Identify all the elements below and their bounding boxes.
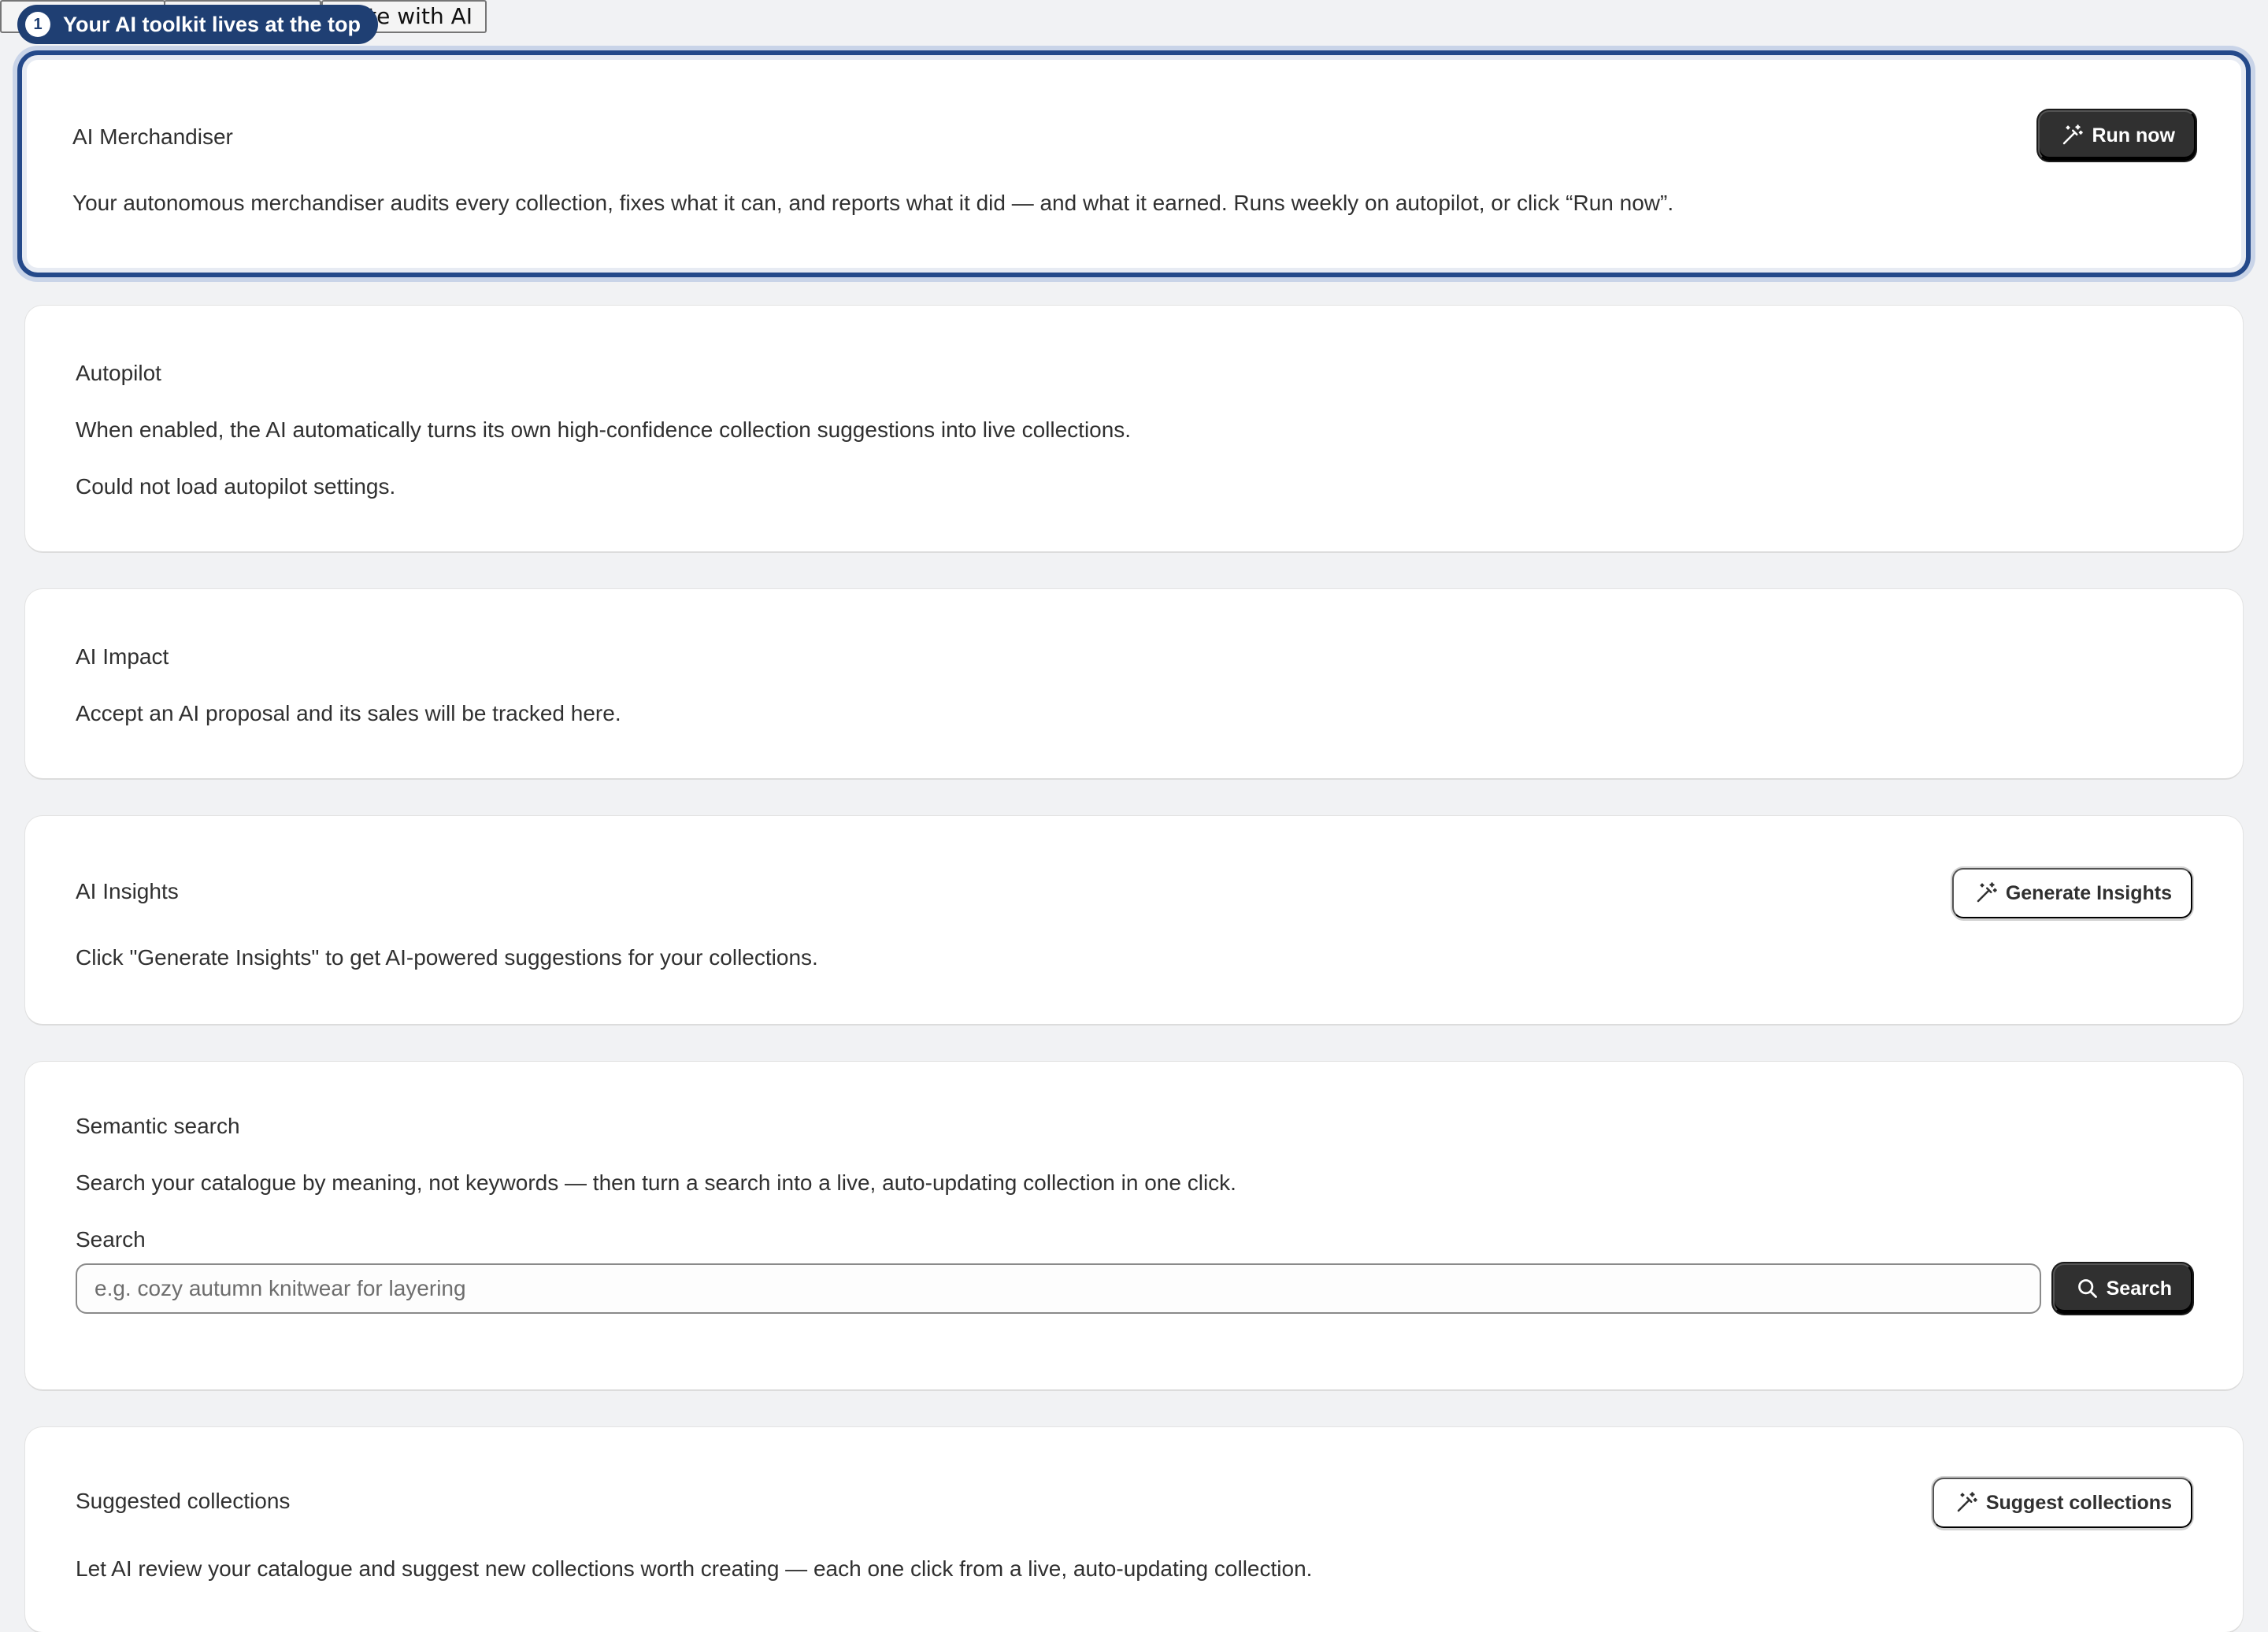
search-button-label: Search bbox=[2106, 1277, 2172, 1300]
search-input[interactable] bbox=[76, 1263, 2041, 1314]
generate-insights-label: Generate Insights bbox=[2005, 881, 2172, 904]
tour-step-badge: 1 bbox=[25, 12, 50, 37]
card-title: AI Insights bbox=[76, 879, 179, 903]
suggested-collections-card: Suggested collections Let AI review your… bbox=[25, 1427, 2243, 1632]
autopilot-card: Autopilot When enabled, the AI automatic… bbox=[25, 306, 2243, 551]
magic-wand-icon bbox=[2063, 124, 2084, 145]
magic-wand-icon bbox=[1977, 882, 1997, 903]
card-description: Your autonomous merchandiser audits ever… bbox=[72, 191, 1674, 215]
card-title: AI Merchandiser bbox=[72, 124, 233, 149]
tour-tooltip-text: Your AI toolkit lives at the top bbox=[63, 12, 361, 36]
ai-insights-card: AI Insights Click "Generate Insights" to… bbox=[25, 816, 2243, 1024]
search-button[interactable]: Search bbox=[2052, 1263, 2192, 1314]
card-title: Suggested collections bbox=[76, 1489, 291, 1513]
ai-merchandiser-card: AI Merchandiser Your autonomous merchand… bbox=[17, 50, 2251, 277]
generate-insights-button[interactable]: Generate Insights bbox=[1951, 868, 2192, 918]
card-title: AI Impact bbox=[76, 644, 169, 669]
ai-impact-card: AI Impact Accept an AI proposal and its … bbox=[25, 589, 2243, 778]
autopilot-error-text: Could not load autopilot settings. bbox=[76, 474, 396, 499]
card-description: Click "Generate Insights" to get AI-powe… bbox=[76, 945, 818, 970]
suggest-collections-label: Suggest collections bbox=[1985, 1491, 2172, 1514]
run-now-button[interactable]: Run now bbox=[2038, 110, 2196, 161]
run-now-label: Run now bbox=[2092, 124, 2175, 147]
search-label: Search bbox=[76, 1227, 146, 1252]
card-description: Accept an AI proposal and its sales will… bbox=[76, 701, 621, 725]
card-description: Let AI review your catalogue and suggest… bbox=[76, 1556, 1313, 1581]
card-title: Semantic search bbox=[76, 1114, 240, 1138]
search-icon bbox=[2077, 1279, 2097, 1298]
card-description: When enabled, the AI automatically turns… bbox=[76, 417, 1132, 442]
semantic-search-card: Semantic search Search your catalogue by… bbox=[25, 1062, 2243, 1389]
page: ate with AI 1 Your AI toolkit lives at t… bbox=[0, 0, 2268, 1632]
magic-wand-icon bbox=[1957, 1492, 1977, 1512]
suggest-collections-button[interactable]: Suggest collections bbox=[1932, 1478, 2192, 1528]
card-description: Search your catalogue by meaning, not ke… bbox=[76, 1170, 1236, 1195]
tour-tooltip[interactable]: 1 Your AI toolkit lives at the top bbox=[17, 5, 379, 44]
card-title: Autopilot bbox=[76, 361, 161, 385]
